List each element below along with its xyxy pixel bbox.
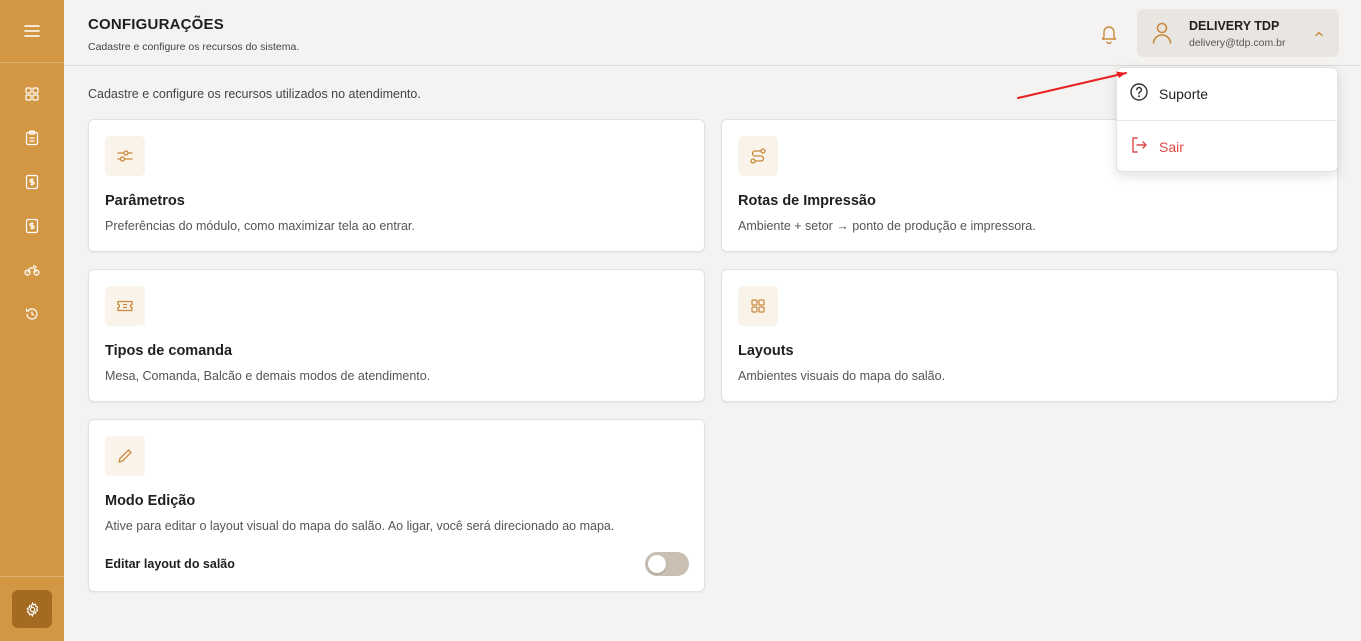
card-description: Ambientes visuais do mapa do salão.	[738, 369, 946, 383]
history-icon[interactable]	[20, 302, 44, 326]
dollar-doc-icon[interactable]	[20, 170, 44, 194]
card-title: Layouts	[738, 343, 794, 359]
card-title: Rotas de Impressão	[738, 193, 876, 209]
card-title: Tipos de comanda	[105, 343, 233, 359]
user-menu-button[interactable]: DELIVERY TDP delivery@tdp.com.br	[1137, 9, 1339, 57]
page-header: CONFIGURAÇÕES Cadastre e configure os re…	[64, 0, 1361, 66]
user-email: delivery@tdp.com.br	[1189, 37, 1286, 49]
user-dropdown-menu: Suporte Sair	[1116, 67, 1339, 173]
chevron-up-icon	[1313, 27, 1325, 45]
route-icon	[738, 136, 778, 176]
menu-item-label: Sair	[1159, 139, 1184, 155]
card-description: Ative para editar o layout visual do map…	[105, 519, 615, 533]
annotation-arrow-icon	[1014, 68, 1134, 107]
sidebar-divider	[0, 576, 64, 577]
logout-icon	[1129, 135, 1149, 160]
menu-icon[interactable]	[0, 0, 64, 62]
menu-item-sair[interactable]: Sair	[1117, 121, 1339, 173]
clipboard-icon[interactable]	[20, 126, 44, 150]
user-name: DELIVERY TDP	[1189, 19, 1280, 33]
user-icon	[1151, 21, 1173, 50]
menu-item-suporte[interactable]: Suporte	[1117, 68, 1339, 120]
card-description: Preferências do módulo, como maximizar t…	[105, 219, 415, 233]
sliders-icon	[105, 136, 145, 176]
toggle-knob	[648, 555, 666, 573]
grid-icon	[738, 286, 778, 326]
card-layouts[interactable]: Layouts Ambientes visuais do mapa do sal…	[721, 269, 1338, 402]
edit-layout-toggle[interactable]	[645, 552, 689, 576]
menu-item-label: Suporte	[1159, 86, 1209, 102]
motorcycle-icon[interactable]	[20, 258, 44, 282]
sidebar	[0, 0, 64, 641]
intro-text: Cadastre e configure os recursos utiliza…	[88, 87, 421, 101]
card-title: Parâmetros	[105, 193, 185, 209]
card-tipos-comanda[interactable]: Tipos de comanda Mesa, Comanda, Balcão e…	[88, 269, 705, 402]
sidebar-divider	[0, 62, 64, 63]
card-title: Modo Edição	[105, 493, 196, 509]
page-title: CONFIGURAÇÕES	[88, 16, 224, 33]
bell-icon[interactable]	[1098, 22, 1120, 45]
page-subtitle: Cadastre e configure os recursos do sist…	[88, 41, 300, 53]
ticket-icon	[105, 286, 145, 326]
card-description: Ambiente + setor → ponto de produção e i…	[738, 219, 1036, 233]
card-modo-edicao: Modo Edição Ative para editar o layout v…	[88, 419, 705, 592]
toggle-label: Editar layout do salão	[105, 557, 235, 571]
card-parametros[interactable]: Parâmetros Preferências do módulo, como …	[88, 119, 705, 252]
pencil-icon	[105, 436, 145, 476]
card-description: Mesa, Comanda, Balcão e demais modos de …	[105, 369, 431, 383]
dollar-doc-icon[interactable]	[20, 214, 44, 238]
gear-icon[interactable]	[12, 590, 52, 628]
dashboard-icon[interactable]	[20, 82, 44, 106]
